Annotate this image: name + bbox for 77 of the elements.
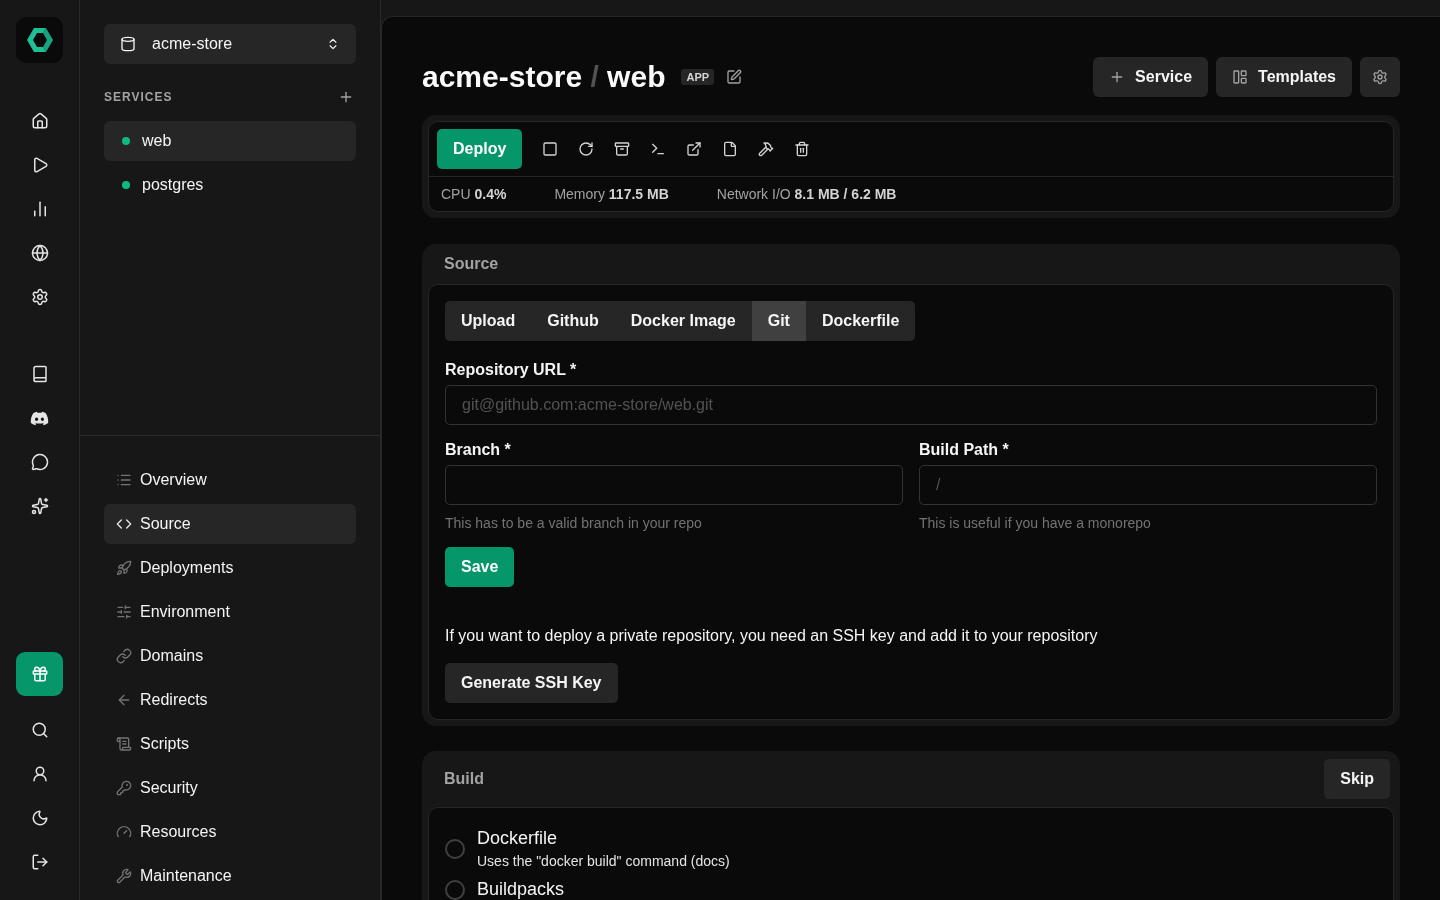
nav-item[interactable]: Deployments [104, 548, 356, 588]
hammer-icon[interactable] [758, 141, 775, 157]
source-tab[interactable]: Github [531, 301, 615, 341]
external-link-icon[interactable] [686, 141, 703, 157]
app-logo[interactable] [16, 17, 63, 63]
field-label: Build Path * [919, 441, 1010, 459]
info-text: If you want to deploy a private repository, you need an SSH key and add it to your repository [445, 627, 1099, 645]
settings-icon [1372, 69, 1388, 85]
gift-icon [30, 665, 49, 683]
nav-item[interactable]: Security [104, 768, 356, 808]
build-path-field[interactable]: / [919, 465, 1377, 505]
option-description: Uses the "docker build" command (docs) [477, 853, 730, 869]
service-name: postgres [142, 176, 204, 194]
stat-text: Memory 117.5 MB [554, 186, 669, 202]
stop-icon[interactable] [542, 141, 559, 157]
settings-button[interactable] [1360, 57, 1400, 97]
nav-item[interactable]: Scripts [104, 724, 356, 764]
terminal-icon[interactable] [650, 141, 667, 157]
stat-text: CPU 0.4% [441, 186, 507, 202]
service-item[interactable]: postgres [104, 165, 356, 205]
code-icon [116, 516, 132, 532]
nav-item[interactable]: Source [104, 504, 356, 544]
project-switcher[interactable]: acme-store [104, 24, 356, 64]
repository-url-field[interactable]: git@github.com:acme-store/web.git [445, 385, 1377, 425]
sliders-icon [116, 604, 132, 620]
generate-ssh-key-button[interactable]: Generate SSH Key [445, 663, 618, 703]
source-tab[interactable]: Dockerfile [805, 301, 916, 341]
app-badge: APP [681, 69, 715, 85]
nav-item[interactable]: Environment [104, 592, 356, 632]
restart-icon[interactable] [578, 141, 595, 157]
add-icon[interactable] [338, 89, 354, 105]
skip-button[interactable]: Skip [1324, 759, 1390, 799]
deploy-button[interactable]: Deploy [437, 129, 523, 169]
radio-button[interactable] [445, 879, 465, 900]
nav-item[interactable]: Overview [104, 460, 356, 500]
radio-button[interactable] [445, 838, 465, 859]
nav-item[interactable]: Resources [104, 812, 356, 852]
list-icon [116, 472, 132, 488]
edit-icon[interactable] [726, 69, 743, 85]
file-icon[interactable] [722, 141, 739, 157]
add-service-button[interactable]: Service [1093, 57, 1209, 97]
source-tab[interactable]: Docker Image [614, 301, 752, 341]
page-title: acme-store / web [422, 60, 666, 94]
templates-button[interactable]: Templates [1216, 57, 1352, 97]
link-icon [116, 648, 132, 664]
key-icon [116, 780, 132, 796]
field-label: Branch * [445, 441, 512, 459]
field-label: Repository URL * [445, 361, 578, 379]
database-icon [120, 36, 136, 52]
trash-icon[interactable] [794, 141, 811, 157]
arrow-left-icon [116, 692, 132, 708]
nav-item[interactable]: Maintenance [104, 856, 356, 896]
rocket-icon [116, 560, 132, 576]
nav-item[interactable]: Redirects [104, 680, 356, 720]
archive-icon[interactable] [614, 141, 631, 157]
save-button[interactable]: Save [445, 547, 515, 587]
option-title: Buildpacks [477, 879, 565, 900]
section-title: Source [444, 255, 499, 273]
field-hint: This is useful if you have a monorepo [919, 515, 1152, 531]
gauge-icon [116, 824, 132, 840]
branch-field[interactable] [445, 465, 903, 505]
section-heading: SERVICES [104, 90, 173, 104]
service-name: web [142, 132, 172, 150]
gift-button[interactable] [16, 652, 63, 696]
service-item[interactable]: web [104, 121, 356, 161]
source-tab[interactable]: Upload [445, 301, 532, 341]
stat-text: Network I/O 8.1 MB / 6.2 MB [716, 186, 897, 202]
layout-icon [1232, 69, 1249, 85]
option-title: Dockerfile [477, 828, 559, 849]
nav-item[interactable]: Domains [104, 636, 356, 676]
field-hint: This has to be a valid branch in your repo [445, 515, 703, 531]
scroll-icon [116, 736, 132, 752]
source-tab[interactable]: Git [751, 301, 806, 341]
docs-link[interactable]: docs [695, 853, 726, 869]
logo-icon [24, 25, 55, 55]
wrench-icon [116, 868, 132, 884]
section-title: Build [444, 770, 484, 788]
